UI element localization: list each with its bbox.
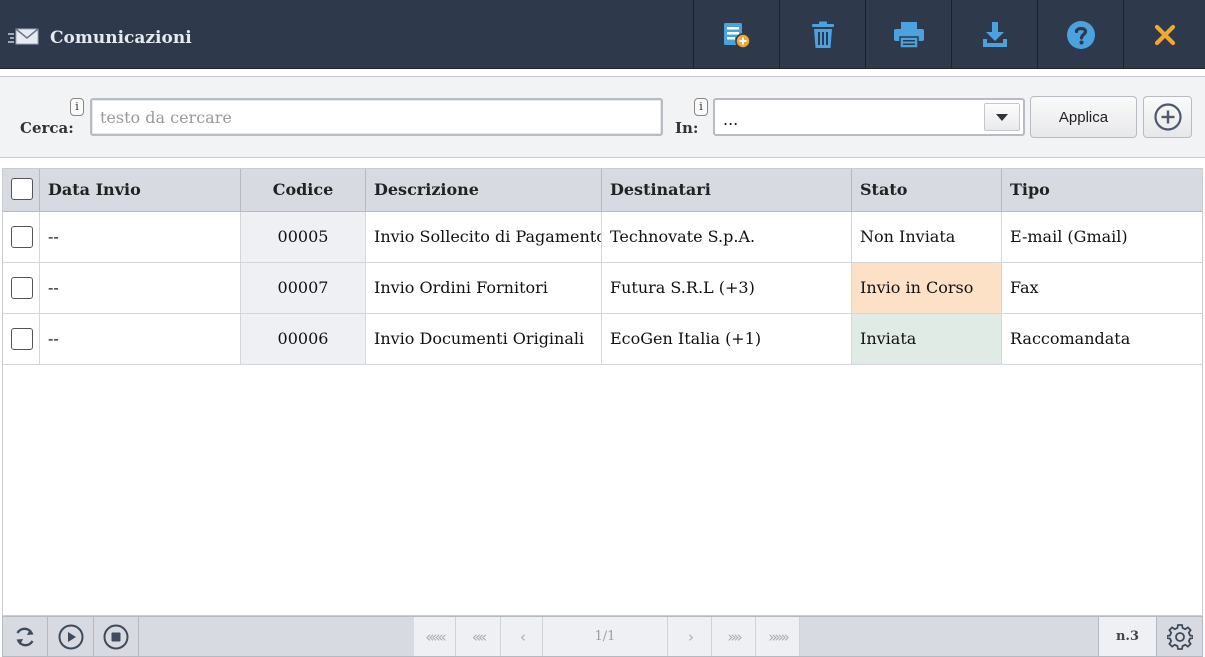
cell-destinatari: EcoGen Italia (+1) [602,314,852,364]
help-button[interactable] [1037,0,1123,69]
table-row[interactable]: -- 00007 Invio Ordini Fornitori Futura S… [3,263,1202,314]
cell-codice: 00007 [241,263,366,313]
close-icon [1154,24,1175,45]
row-select-cell [3,263,40,313]
new-document-button[interactable] [693,0,779,69]
cell-tipo: Fax [1010,278,1039,297]
search-bar: Cerca: i In: i ... Applica [0,76,1205,158]
row-checkbox[interactable] [11,277,33,299]
new-document-icon [723,22,751,49]
cell-descrizione: Invio Documenti Originali [366,314,602,364]
play-button[interactable] [48,617,94,656]
gear-icon [1166,623,1193,650]
column-header-data-invio[interactable]: Data Invio [40,169,241,211]
apply-button[interactable]: Applica [1030,96,1137,138]
settings-button[interactable] [1157,617,1202,656]
cell-stato: Inviata [852,314,1002,364]
printer-icon [893,21,924,49]
delete-button[interactable] [779,0,865,69]
print-button[interactable] [865,0,951,69]
column-header-codice[interactable]: Codice [241,169,366,211]
record-count: n.3 [1098,617,1157,656]
plus-circle-icon [1153,103,1182,131]
next-block-button[interactable]: »» [712,617,756,656]
table-row[interactable]: -- 00006 Invio Documenti Originali EcoGe… [3,314,1202,365]
cell-destinatari: Technovate S.p.A. [602,212,852,262]
refresh-icon [16,627,34,646]
download-icon [982,21,1007,47]
trash-icon [811,21,834,48]
download-button[interactable] [951,0,1037,69]
search-field-select[interactable]: ... [713,98,1025,136]
help-icon [1066,20,1095,49]
title-bar: Comunicazioni [0,0,1205,69]
search-in-label: In: [675,119,699,137]
select-all-checkbox[interactable] [11,178,33,200]
previous-page-button[interactable]: ‹ [501,617,543,656]
cell-codice: 00005 [241,212,366,262]
next-page-button[interactable]: › [668,617,712,656]
stop-button[interactable] [94,617,139,656]
cell-codice: 00006 [241,314,366,364]
cell-stato: Non Inviata [852,212,1002,262]
chevron-down-icon [996,113,1008,121]
page-indicator: 1/1 [543,617,668,656]
window-title: Comunicazioni [50,28,192,48]
search-input[interactable] [90,98,663,136]
row-select-cell [3,212,40,262]
cell-stato: Invio in Corso [852,263,1002,313]
search-field-select-value: ... [723,110,739,129]
close-button[interactable] [1123,0,1205,69]
cell-tipo: E-mail (Gmail) [1010,227,1128,246]
mail-send-icon [8,28,39,45]
search-label: Cerca: [20,119,74,137]
cell-destinatari: Futura S.R.L (+3) [602,263,852,313]
column-header-tipo[interactable]: Tipo [1002,169,1202,211]
select-all-cell [3,169,40,211]
footer-bar: ««« «« ‹ 1/1 › »» »»» n.3 [2,616,1203,657]
row-checkbox[interactable] [11,328,33,350]
cell-descrizione: Invio Ordini Fornitori [366,263,602,313]
column-header-destinatari[interactable]: Destinatari [602,169,852,211]
cell-tipo: Raccomandata [1010,329,1131,348]
table-row[interactable]: -- 00005 Invio Sollecito di Pagamento Te… [3,212,1202,263]
column-header-stato[interactable]: Stato [852,169,1002,211]
cell-data-invio: -- [40,314,241,364]
add-filter-button[interactable] [1143,96,1192,138]
play-icon [58,624,83,649]
table-header: Data Invio Codice Descrizione Destinatar… [3,169,1202,212]
row-checkbox[interactable] [11,226,33,248]
previous-block-button[interactable]: «« [456,617,501,656]
search-info-badge[interactable]: i [70,98,84,116]
communications-table: Data Invio Codice Descrizione Destinatar… [2,168,1203,616]
stop-icon [103,624,129,649]
row-select-cell [3,314,40,364]
refresh-button[interactable] [3,617,48,656]
last-page-button[interactable]: »»» [756,617,800,656]
first-page-button[interactable]: ««« [414,617,456,656]
cell-data-invio: -- [40,212,241,262]
search-in-info-badge[interactable]: i [694,98,708,116]
cell-descrizione: Invio Sollecito di Pagamento [366,212,602,262]
select-dropdown-button[interactable] [984,103,1020,131]
column-header-descrizione[interactable]: Descrizione [366,169,602,211]
cell-data-invio: -- [40,263,241,313]
